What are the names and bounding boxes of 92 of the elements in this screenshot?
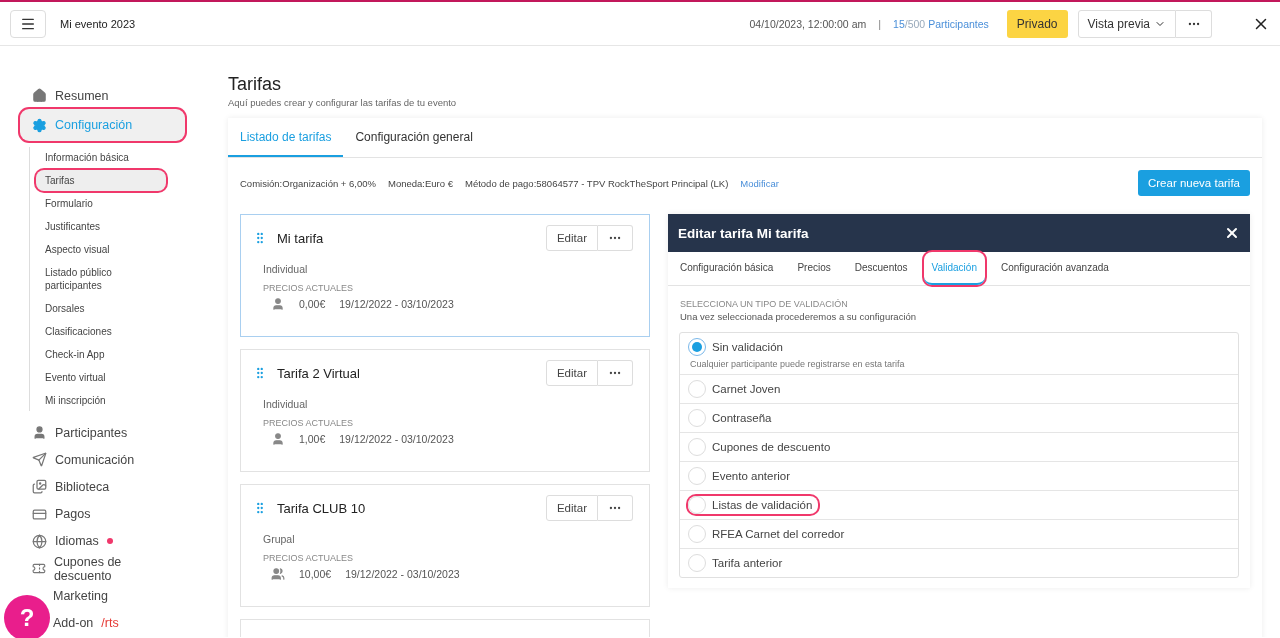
- more-button[interactable]: [598, 495, 633, 521]
- section-title: SELECCIONA UN TIPO DE VALIDACIÓN: [680, 299, 849, 309]
- edit-button[interactable]: Editar: [545, 495, 598, 521]
- panel-title: Editar tarifa Mi tarifa: [678, 225, 809, 241]
- sidebar-subitem[interactable]: Evento virtual: [36, 367, 166, 389]
- rate-type: Individual: [263, 263, 309, 275]
- info-text: Moneda:Euro €: [388, 177, 453, 189]
- option-label: Cupones de descuento: [712, 441, 831, 453]
- person-icon: [271, 432, 285, 446]
- rate-dates: 19/12/2022 - 03/10/2023: [339, 433, 454, 445]
- credit-card-icon: [32, 506, 47, 522]
- radio-button[interactable]: [688, 467, 706, 485]
- radio-button[interactable]: [688, 525, 706, 543]
- person-icon: [271, 297, 285, 311]
- close-icon[interactable]: [1224, 225, 1240, 241]
- page-title: Tarifas: [228, 74, 282, 95]
- edit-button[interactable]: Editar: [545, 225, 598, 251]
- radio-button[interactable]: [688, 438, 706, 456]
- radio-button[interactable]: [688, 496, 706, 514]
- sidebar-item[interactable]: Cupones de descuento: [20, 554, 185, 583]
- event-datetime: 04/10/2023, 12:00:00 am: [749, 17, 867, 30]
- sidebar-item[interactable]: Marketing: [49, 582, 112, 610]
- radio-button[interactable]: [688, 380, 706, 398]
- rate-price: 0,00€: [299, 298, 326, 310]
- option-label: Carnet Joven: [712, 383, 781, 395]
- people-icon: [271, 567, 285, 581]
- tab[interactable]: Configuración general: [343, 118, 485, 157]
- tab[interactable]: Configuración avanzada: [992, 252, 1117, 285]
- rate-price: 10,00€: [299, 568, 332, 580]
- option-description: Cualquier participante puede registrarse en esta tarifa: [690, 359, 906, 369]
- sidebar-subitem[interactable]: Mi inscripción: [36, 390, 166, 412]
- rate-dates: 19/12/2022 - 03/10/2023: [339, 298, 454, 310]
- option-label: Sin validación: [712, 341, 783, 353]
- prices-label: PRECIOS ACTUALES: [263, 283, 355, 293]
- edit-button[interactable]: Editar: [545, 360, 598, 386]
- tab[interactable]: Precios: [789, 252, 839, 285]
- prices-label: PRECIOS ACTUALES: [263, 418, 355, 428]
- sidebar-item[interactable]: Resumen: [20, 82, 185, 110]
- private-button[interactable]: Privado: [1006, 9, 1068, 38]
- rate-name: Tarifa 2 Virtual: [277, 365, 361, 381]
- tab[interactable]: Configuración básica: [672, 252, 782, 285]
- sidebar-subitem[interactable]: Check-in App: [36, 344, 166, 366]
- sidebar-subitem[interactable]: Información básica: [36, 147, 166, 169]
- sidebar-item[interactable]: Biblioteca: [20, 473, 185, 501]
- participants-link[interactable]: 15/500 Participantes: [893, 17, 989, 30]
- modify-link[interactable]: Modificar: [740, 177, 779, 189]
- images-icon: [32, 479, 47, 495]
- rate-dates: 19/12/2022 - 03/10/2023: [345, 568, 460, 580]
- menu-button[interactable]: [10, 9, 46, 38]
- sidebar-subitem[interactable]: Aspecto visual: [36, 239, 166, 261]
- event-name: Mi evento 2023: [60, 17, 136, 30]
- option-label: Contraseña: [712, 412, 772, 424]
- radio-button[interactable]: [688, 338, 706, 356]
- more-button[interactable]: [1176, 9, 1212, 38]
- sidebar-subitem[interactable]: Formulario: [36, 193, 166, 215]
- separator: |: [878, 17, 882, 30]
- person-icon: [32, 425, 47, 441]
- sidebar-subitem[interactable]: Clasificaciones: [36, 321, 166, 343]
- more-button[interactable]: [598, 225, 633, 251]
- rate-type: Individual: [263, 398, 309, 410]
- section-hint: Una vez seleccionada procederemos a su configuración: [680, 311, 918, 322]
- option-label: RFEA Carnet del corredor: [712, 528, 845, 540]
- sidebar-item[interactable]: Participantes: [20, 419, 185, 447]
- page-subtitle: Aquí puedes crear y configurar las tarifas de tu evento: [228, 97, 458, 108]
- settings-icon: [32, 117, 47, 133]
- rate-name: Tarifa CLUB 10: [277, 500, 367, 516]
- rate-type: Grupal: [263, 533, 296, 545]
- sidebar-subitem[interactable]: Tarifas: [36, 170, 166, 192]
- option-label: Listas de validación: [712, 499, 813, 511]
- sidebar-item[interactable]: Pagos: [20, 500, 185, 528]
- preview-button[interactable]: Vista previa: [1077, 9, 1176, 38]
- globe-icon: [32, 533, 47, 549]
- tab[interactable]: Descuentos: [846, 252, 916, 285]
- home-icon: [32, 88, 47, 104]
- rate-name: Mi tarifa: [277, 230, 325, 246]
- paper-plane-icon: [32, 452, 47, 468]
- sidebar-item[interactable]: Comunicación: [20, 446, 185, 474]
- help-button[interactable]: ?: [4, 595, 50, 638]
- info-text: Método de pago:58064577 - TPV RockTheSport Principal (LK): [465, 177, 729, 189]
- rate-price: 1,00€: [299, 433, 326, 445]
- sidebar-item[interactable]: Idiomas: [20, 527, 185, 555]
- info-text: Comisión:Organización + 6,00%: [240, 177, 376, 189]
- sidebar-subitem[interactable]: Justificantes: [36, 216, 166, 238]
- prices-label: PRECIOS ACTUALES: [263, 553, 355, 563]
- option-label: Evento anterior: [712, 470, 790, 482]
- more-button[interactable]: [598, 360, 633, 386]
- radio-button[interactable]: [688, 409, 706, 427]
- sidebar-subitem[interactable]: Listado público participantes: [36, 262, 166, 297]
- sidebar-item[interactable]: Add-on /rts: [49, 609, 123, 637]
- option-label: Tarifa anterior: [712, 557, 783, 569]
- sidebar-subitem[interactable]: Dorsales: [36, 298, 166, 320]
- radio-button[interactable]: [688, 554, 706, 572]
